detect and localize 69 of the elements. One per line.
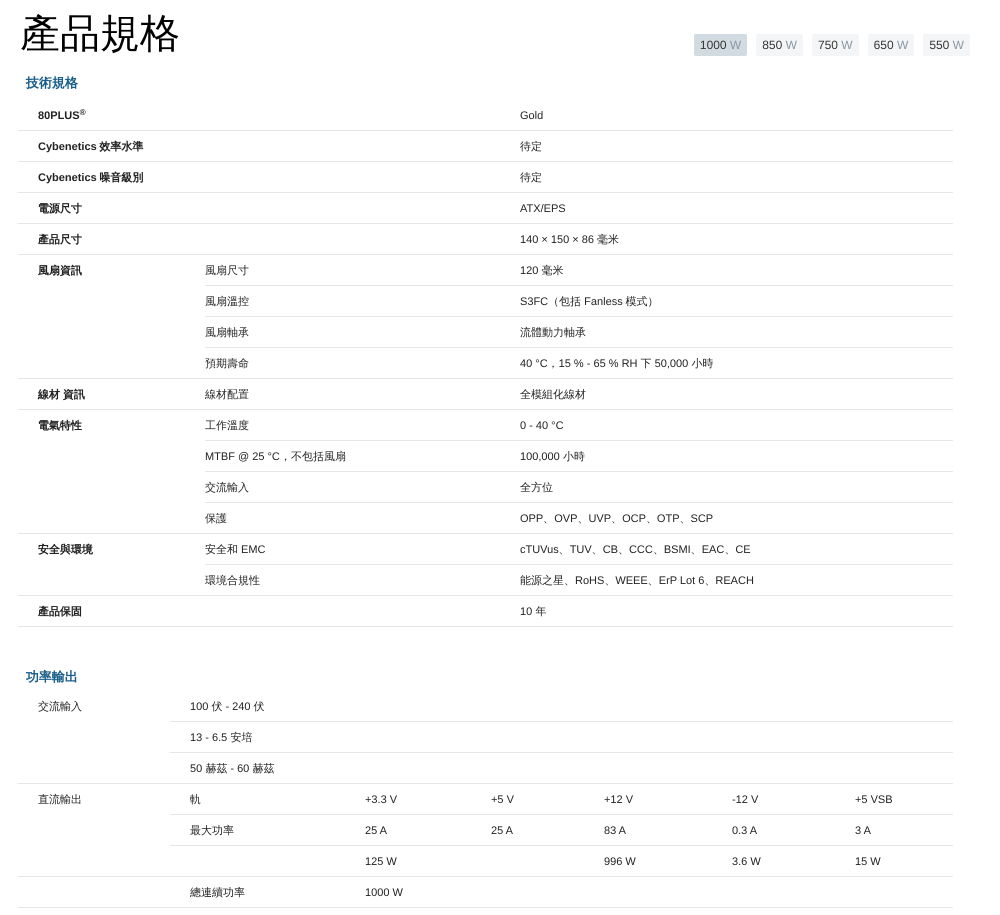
spec-value: 全方位 — [520, 482, 553, 494]
spec-sublabel: 安全和 EMC — [205, 544, 266, 556]
value-cell: +5 VSB — [855, 794, 893, 806]
value-cell: 100 伏 - 240 伏 — [190, 701, 265, 713]
row-sublabel: 軌 — [190, 794, 201, 806]
row-label: 直流輸出 — [38, 794, 82, 806]
spec-value: cTUVus、TUV、CB、CCC、BSMI、EAC、CE — [520, 544, 751, 556]
spec-sublabel: 線材配置 — [205, 389, 249, 401]
row-sublabel: 最大功率 — [190, 825, 234, 837]
spec-value: 0 - 40 °C — [520, 420, 564, 432]
spec-label: 電氣特性 — [37, 418, 83, 434]
spec-sublabel: 環境合規性 — [205, 575, 260, 587]
wattage-tab[interactable]: 550 W — [923, 34, 970, 56]
spec-label: Cybenetics 效率水準 — [37, 140, 145, 155]
spec-value: OPP、OVP、UVP、OCP、OTP、SCP — [520, 513, 714, 525]
spec-sublabel: 工作溫度 — [205, 420, 249, 432]
spec-value: 能源之星、RoHS、WEEE、ErP Lot 6、REACH — [520, 575, 754, 587]
spec-sublabel: 風扇溫控 — [205, 296, 249, 308]
value-cell: 15 W — [855, 856, 881, 868]
spec-sublabel: MTBF @ 25 °C，不包括風扇 — [205, 451, 346, 463]
spec-value: 100,000 小時 — [520, 451, 585, 463]
value-cell: 1000 W — [365, 887, 403, 899]
spec-value: 120 毫米 — [520, 265, 564, 277]
value-cell: 25 A — [491, 825, 514, 837]
value-cell: -12 V — [732, 794, 758, 806]
spec-label: 80PLUS$^{®}$ — [37, 106, 87, 124]
spec-sublabel: 風扇尺寸 — [205, 265, 249, 277]
value-cell: 25 A — [365, 825, 388, 837]
spec-label: 產品尺寸 — [37, 232, 83, 248]
row-sublabel: 總連續功率 — [190, 887, 245, 899]
spec-value: 流體動力軸承 — [520, 327, 586, 339]
spec-value: 全模組化線材 — [520, 389, 586, 401]
spec-label: 風扇資訊 — [37, 264, 83, 279]
spec-value: Gold — [520, 110, 544, 122]
spec-label: 安全與環境 — [37, 542, 94, 558]
spec-value: S3FC（包括 Fanless 模式） — [520, 296, 659, 308]
value-cell: 3 A — [855, 825, 871, 837]
wattage-tab[interactable]: 1000 W — [694, 34, 748, 56]
wattage-tab[interactable]: 850 W — [756, 34, 803, 56]
spec-label: 產品保固 — [37, 604, 83, 620]
row-label: 交流輸入 — [38, 701, 82, 713]
value-cell: 3.6 W — [732, 856, 761, 868]
section-title: 技術規格 — [24, 74, 79, 92]
value-cell: 83 A — [604, 825, 626, 837]
spec-label: 線材 資訊 — [36, 388, 86, 403]
value-cell: 996 W — [604, 856, 636, 868]
value-cell: +5 V — [491, 794, 514, 806]
spec-value: ATX/EPS — [520, 203, 566, 215]
wattage-tab[interactable]: 650 W — [868, 34, 914, 56]
spec-value: 140 × 150 × 86 毫米 — [520, 234, 620, 246]
spec-value: 10 年 — [520, 606, 546, 618]
spec-value: 40 °C，15 % - 65 % RH 下 50,000 小時 — [520, 358, 714, 370]
spec-sublabel: 風扇軸承 — [205, 327, 249, 339]
value-cell: +12 V — [604, 794, 634, 806]
spec-value: 待定 — [520, 141, 542, 153]
spec-sublabel: 交流輸入 — [205, 482, 249, 494]
section-title: 功率輸出 — [24, 668, 79, 686]
spec-value: 待定 — [520, 172, 542, 184]
value-cell: 50 赫茲 - 60 赫茲 — [190, 763, 274, 775]
value-cell: 13 - 6.5 安培 — [190, 732, 252, 744]
value-cell: +3.3 V — [365, 794, 398, 806]
value-cell: 125 W — [365, 856, 397, 868]
page-title: 產品規格 — [20, 12, 180, 56]
value-cell: 0.3 A — [732, 825, 758, 837]
spec-label: Cybenetics 噪音級別 — [37, 170, 145, 186]
spec-sublabel: 保護 — [205, 513, 227, 525]
wattage-tab[interactable]: 750 W — [812, 34, 859, 56]
spec-label: 電源尺寸 — [37, 202, 83, 217]
spec-sublabel: 預期壽命 — [205, 358, 249, 370]
